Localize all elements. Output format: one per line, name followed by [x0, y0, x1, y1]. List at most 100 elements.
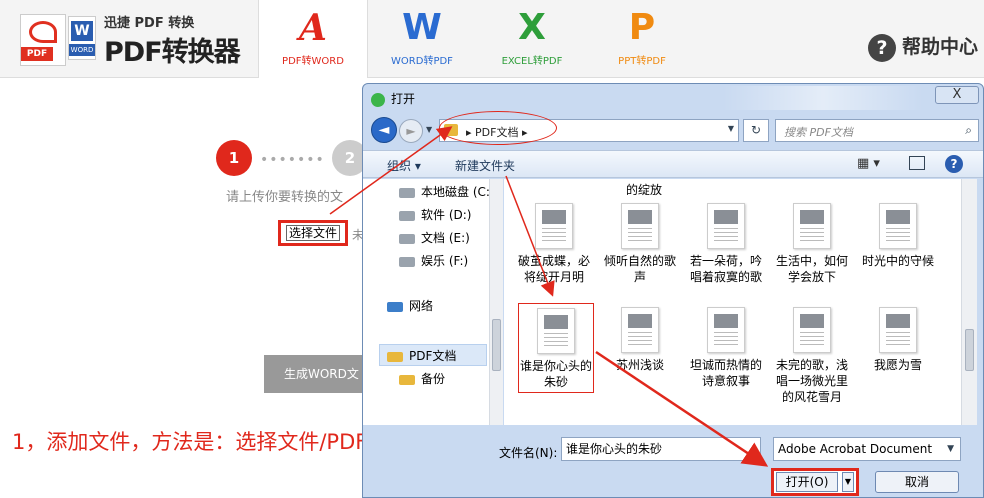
nav-item-drive-e[interactable]: 文档 (E:): [399, 229, 470, 246]
partial-file-name: 的绽放: [626, 183, 663, 197]
pdf-logo-icon: PDF: [20, 14, 66, 66]
file-name: 苏州浅谈: [615, 358, 664, 372]
generate-word-button[interactable]: 生成WORD文: [264, 355, 368, 393]
preview-pane-icon[interactable]: [909, 156, 925, 170]
network-icon: [387, 301, 403, 312]
app-header: PDF W WORD 迅捷 PDF 转换 PDF转换器 A PDF转WORD W…: [0, 0, 984, 78]
tab-word-to-pdf[interactable]: W WORD转PDF: [372, 0, 472, 78]
file-type-select[interactable]: Adobe Acrobat Document ▼: [773, 437, 961, 461]
filename-label: 文件名(N):: [499, 446, 558, 460]
word-logo-icon: W WORD: [68, 16, 96, 60]
pdf-thumbnail: [621, 307, 659, 353]
help-icon: ?: [867, 33, 896, 62]
drive-icon: [399, 233, 415, 244]
filename-field[interactable]: 谁是你心头的朱砂: [561, 437, 761, 461]
file-name: 未完的歌，浅唱一场微光里的风花雪月: [775, 358, 848, 404]
drive-icon: [399, 187, 415, 198]
dialog-title: 打开: [371, 90, 415, 107]
pdf-thumbnail: [879, 307, 917, 353]
list-item[interactable]: 破茧成蝶，必将绽开月明: [514, 203, 594, 285]
tab-excel-to-pdf[interactable]: X EXCEL转PDF: [482, 0, 582, 78]
organize-menu[interactable]: 组织 ▾: [387, 157, 421, 174]
excel-icon: X: [518, 7, 546, 48]
file-type-value: Adobe Acrobat Document: [778, 442, 933, 456]
list-item-selected[interactable]: 谁是你心头的朱砂: [518, 303, 594, 393]
tab-label: PDF转WORD: [282, 56, 344, 67]
nav-item-label: 文档 (E:): [421, 231, 470, 245]
folder-icon: [399, 374, 415, 385]
nav-item-label: 备份: [421, 372, 446, 386]
file-name: 破茧成蝶，必将绽开月明: [517, 254, 590, 284]
file-list: 的绽放 破茧成蝶，必将绽开月明 倾听自然的歌声 若一朵荷，吟唱着寂寞的歌 生活中…: [504, 179, 968, 425]
step-1-badge: 1: [216, 140, 252, 176]
choose-file-button[interactable]: 选择文件: [278, 220, 348, 246]
back-button[interactable]: ◄: [371, 117, 397, 143]
word-logo-tag: WORD: [69, 44, 95, 56]
refresh-button[interactable]: ↻: [743, 119, 769, 142]
cancel-button[interactable]: 取消: [875, 471, 959, 493]
tab-label: PPT转PDF: [618, 56, 666, 67]
search-input[interactable]: 搜索 PDF文档 ⌕: [775, 119, 979, 142]
list-item[interactable]: 苏州浅谈: [600, 307, 680, 373]
forward-button[interactable]: ►: [399, 119, 423, 143]
nav-item-label: 网络: [409, 299, 434, 313]
recent-locations-dropdown-icon[interactable]: ▼: [426, 125, 432, 134]
nav-item-drive-c[interactable]: 本地磁盘 (C:: [399, 183, 490, 200]
open-dropdown-icon[interactable]: ▼: [842, 472, 854, 492]
tab-label: EXCEL转PDF: [501, 56, 563, 67]
file-name: 我愿为雪: [873, 358, 922, 372]
help-icon[interactable]: ?: [945, 155, 963, 173]
new-folder-button[interactable]: 新建文件夹: [455, 157, 515, 174]
file-list-scrollbar[interactable]: [961, 179, 977, 425]
file-name: 倾听自然的歌声: [603, 254, 676, 284]
nav-item-label: PDF文档: [409, 349, 457, 363]
list-item[interactable]: 倾听自然的歌声: [600, 203, 680, 285]
step-dots: •••••••: [260, 152, 325, 168]
nav-item-drive-d[interactable]: 软件 (D:): [399, 206, 471, 223]
nav-item-label: 娱乐 (F:): [421, 254, 469, 268]
open-button[interactable]: 打开(O): [776, 472, 838, 492]
choose-file-label: 选择文件: [285, 225, 340, 241]
file-name: 生活中，如何学会放下: [775, 254, 848, 284]
file-name: 时光中的守候: [861, 254, 934, 268]
view-options-icon[interactable]: ▦ ▾: [857, 156, 880, 171]
open-file-dialog: 打开 X ◄ ► ▼ ▸ PDF文档 ▸ ▼ ↻ 搜索 PDF文档 ⌕ 组织 ▾…: [362, 83, 984, 498]
pdf-thumbnail: [535, 203, 573, 249]
pdf-thumbnail: [707, 307, 745, 353]
chrome-icon: [371, 92, 385, 107]
dialog-title-text: 打开: [391, 92, 416, 106]
pdf-thumbnail: [793, 307, 831, 353]
word-icon: W: [402, 7, 442, 48]
nav-item-pdf-docs[interactable]: PDF文档: [387, 347, 456, 364]
nav-item-backup[interactable]: 备份: [399, 370, 445, 387]
word-logo-letter: W: [71, 21, 93, 41]
dialog-close-button[interactable]: X: [935, 86, 979, 104]
help-center-link[interactable]: ? 帮助中心: [867, 32, 978, 62]
tab-ppt-to-pdf[interactable]: P PPT转PDF: [592, 0, 692, 78]
nav-item-label: 本地磁盘 (C:: [421, 185, 490, 199]
nav-pane-scrollbar[interactable]: [489, 179, 503, 425]
logo-title: PDF转换器: [104, 37, 241, 68]
list-item[interactable]: 生活中，如何学会放下: [772, 203, 852, 285]
list-item[interactable]: 我愿为雪: [858, 307, 938, 373]
pdf-thumbnail: [879, 203, 917, 249]
list-item[interactable]: 若一朵荷，吟唱着寂寞的歌: [686, 203, 766, 285]
file-name: 若一朵荷，吟唱着寂寞的歌: [689, 254, 762, 284]
nav-item-drive-f[interactable]: 娱乐 (F:): [399, 252, 468, 269]
tab-pdf-to-word[interactable]: A PDF转WORD: [258, 0, 368, 78]
chevron-down-icon[interactable]: ▼: [728, 124, 734, 133]
ppt-icon: P: [628, 7, 656, 48]
folder-icon: [387, 351, 403, 362]
pdf-thumbnail: [793, 203, 831, 249]
file-name: 谁是你心头的朱砂: [519, 359, 592, 389]
list-item[interactable]: 未完的歌，浅唱一场微光里的风花雪月: [772, 307, 852, 405]
chevron-down-icon: ▼: [947, 444, 954, 454]
nav-item-network[interactable]: 网络: [387, 297, 433, 314]
pdf-thumbnail: [537, 308, 575, 354]
list-item[interactable]: 坦诚而热情的诗意叙事: [686, 307, 766, 389]
pdf-logo-tag: PDF: [21, 47, 53, 61]
file-name: 坦诚而热情的诗意叙事: [689, 358, 762, 388]
annotation-oval: [439, 111, 557, 145]
search-icon: ⌕: [965, 123, 972, 137]
list-item[interactable]: 时光中的守候: [858, 203, 938, 269]
